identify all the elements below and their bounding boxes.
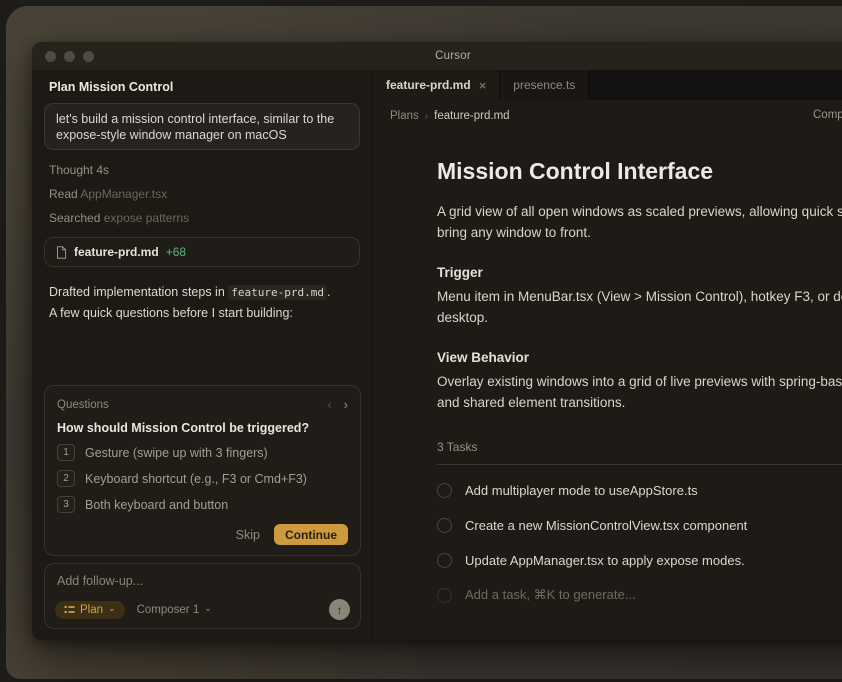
option-2-label: Keyboard shortcut (e.g., F3 or Cmd+F3) [85,472,307,486]
mode-selector-label: Plan [80,604,103,616]
option-1-label: Gesture (swipe up with 3 fingers) [85,446,268,460]
task-2-checkbox-icon[interactable] [437,518,452,533]
tab-bar: feature-prd.md × presence.ts [373,70,842,100]
task-2-label: Create a new MissionControlView.tsx comp… [465,518,747,533]
assistant-summary: Drafted implementation steps in feature-… [49,282,361,323]
task-1-label: Add multiplayer mode to useAppStore.ts [465,483,698,498]
skip-button[interactable]: Skip [236,528,260,542]
tab-feature-prd[interactable]: feature-prd.md × [373,70,500,100]
step-read[interactable]: Read AppManager.tsx [49,187,167,201]
tab-close-icon[interactable]: × [479,78,487,93]
section-heading-trigger: Trigger [437,265,842,280]
breadcrumb-separator-icon: › [425,111,428,122]
step-searched[interactable]: Searched expose patterns [49,211,189,225]
option-3-key-badge: 3 [57,496,75,513]
option-3-label: Both keyboard and button [85,498,228,512]
composer-selector-label: Composer 1 [137,604,200,616]
question-next-button[interactable]: › [344,397,348,412]
file-icon [56,246,67,259]
send-arrow-icon: ↑ [337,603,343,617]
breadcrumb-file[interactable]: feature-prd.md [434,110,509,122]
doc-title: Mission Control Interface [437,158,842,184]
summary-file-code[interactable]: feature-prd.md [228,285,327,300]
add-task-label[interactable]: Add a task, ⌘K to generate... [465,587,636,603]
task-row-add: Add a task, ⌘K to generate... [437,585,842,605]
tab-presence-label: presence.ts [513,78,575,92]
add-task-checkbox-icon[interactable] [437,588,452,603]
step-searched-action: Searched [49,211,100,225]
doc-intro: A grid view of all open windows as scale… [437,201,842,243]
followup-composer: Add follow-up... Plan ⌄ Composer 1 ⌄ [44,563,361,629]
tasks-header: 3 Tasks [437,440,842,454]
question-prev-button[interactable]: ‹ [327,397,331,412]
edited-file-chip[interactable]: feature-prd.md +68 [44,237,360,267]
task-row-1: Add multiplayer mode to useAppStore.ts [437,480,842,500]
cursor-window: Cursor Plan Mission Control let's build … [32,42,842,640]
question-option-3[interactable]: 3 Both keyboard and button [57,496,348,513]
breadcrumb: Plans › feature-prd.md Comp [373,100,842,132]
title-bar[interactable]: Cursor [32,42,842,70]
edited-file-name: feature-prd.md [74,245,159,259]
window-title: Cursor [32,50,842,62]
task-1-checkbox-icon[interactable] [437,483,452,498]
plan-list-icon [64,604,75,615]
step-searched-target: expose patterns [104,211,189,225]
tab-feature-prd-label: feature-prd.md [386,78,471,92]
composer-caret-icon: ⌄ [204,604,212,613]
user-message-bubble[interactable]: let's build a mission control interface,… [44,103,360,150]
question-option-1[interactable]: 1 Gesture (swipe up with 3 fingers) [57,444,348,461]
mode-caret-icon: ⌄ [108,604,116,613]
mode-selector-plan[interactable]: Plan ⌄ [55,601,125,619]
question-text: How should Mission Control be triggered? [57,421,348,435]
tasks-divider [437,464,842,465]
task-row-2: Create a new MissionControlView.tsx comp… [437,515,842,535]
plan-panel: Plan Mission Control let's build a missi… [32,70,373,640]
breadcrumb-root[interactable]: Plans [390,110,419,122]
editor-area: feature-prd.md × presence.ts Plans › fea… [373,70,842,640]
plan-panel-title: Plan Mission Control [49,80,173,94]
step-thought[interactable]: Thought 4s [49,163,109,177]
step-read-target: AppManager.tsx [80,187,167,201]
composer-selector[interactable]: Composer 1 ⌄ [137,604,212,616]
tab-presence[interactable]: presence.ts [500,70,589,100]
option-1-key-badge: 1 [57,444,75,461]
summary-suffix: . [327,285,330,299]
step-read-action: Read [49,187,78,201]
summary-prefix: Drafted implementation steps in [49,285,228,299]
task-3-label: Update AppManager.tsx to apply expose mo… [465,553,745,568]
step-thought-label: Thought 4s [49,163,109,177]
questions-card-header: Questions [57,399,109,411]
continue-button[interactable]: Continue [274,524,348,545]
task-row-3: Update AppManager.tsx to apply expose mo… [437,550,842,570]
questions-card: Questions ‹ › How should Mission Control… [44,385,361,556]
option-2-key-badge: 2 [57,470,75,487]
summary-line2: A few quick questions before I start bui… [49,303,361,323]
followup-input[interactable]: Add follow-up... [57,574,348,588]
send-button[interactable]: ↑ [329,599,350,620]
diff-added-count: +68 [166,245,186,259]
section-body-view-behavior: Overlay existing windows into a grid of … [437,371,842,413]
section-body-trigger: Menu item in MenuBar.tsx (View > Mission… [437,286,842,328]
section-heading-view-behavior: View Behavior [437,350,842,365]
question-option-2[interactable]: 2 Keyboard shortcut (e.g., F3 or Cmd+F3) [57,470,348,487]
document-content: Mission Control Interface A grid view of… [437,158,842,605]
breadcrumb-right-label[interactable]: Comp [813,109,842,121]
task-3-checkbox-icon[interactable] [437,553,452,568]
